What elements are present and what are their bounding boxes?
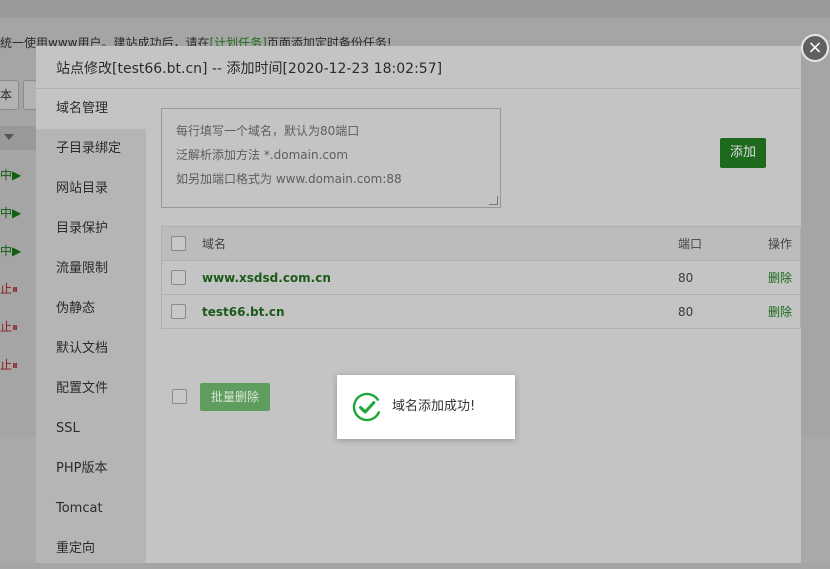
- sort-caret-icon: [4, 134, 14, 140]
- nav-item-rewrite[interactable]: 伪静态: [36, 289, 146, 329]
- row-checkbox[interactable]: [171, 270, 186, 285]
- nav-item-directory-protection[interactable]: 目录保护: [36, 209, 146, 249]
- site-edit-modal: 站点修改[test66.bt.cn] -- 添加时间[2020-12-23 18…: [36, 46, 801, 563]
- background-top-bar: [0, 0, 830, 18]
- textarea-placeholder-line: 每行填写一个域名，默认为80端口: [176, 124, 360, 138]
- nav-item-default-document[interactable]: 默认文档: [36, 329, 146, 369]
- modal-header: 站点修改[test66.bt.cn] -- 添加时间[2020-12-23 18…: [36, 46, 801, 89]
- port-cell: 80: [678, 305, 694, 319]
- modal-sidebar: 域名管理 子目录绑定 网站目录 目录保护 流量限制 伪静态 默认文档 配置文件 …: [36, 89, 146, 563]
- nav-item-traffic-limit[interactable]: 流量限制: [36, 249, 146, 289]
- table-row: www.xsdsd.com.cn 80 删除: [162, 261, 800, 295]
- nav-item-tomcat[interactable]: Tomcat: [36, 489, 146, 529]
- table-row: test66.bt.cn 80 删除: [162, 295, 800, 328]
- batch-select-checkbox[interactable]: [172, 389, 187, 404]
- textarea-placeholder-line: 泛解析添加方法 *.domain.com: [176, 148, 349, 162]
- site-status-stopped[interactable]: 止⏸: [0, 318, 18, 335]
- domain-table: 域名 端口 操作 www.xsdsd.com.cn 80 删除 test66.b…: [161, 226, 801, 329]
- nav-item-site-directory[interactable]: 网站目录: [36, 169, 146, 209]
- port-cell: 80: [678, 271, 694, 285]
- table-header: 域名 端口 操作: [162, 227, 800, 261]
- toast-message: 域名添加成功!: [392, 399, 476, 414]
- nav-item-ssl[interactable]: SSL: [36, 409, 146, 449]
- add-domain-button[interactable]: 添加: [720, 138, 766, 168]
- domain-name-cell[interactable]: www.xsdsd.com.cn: [202, 261, 331, 295]
- check-circle-icon: [352, 392, 382, 422]
- batch-delete-button[interactable]: 批量删除: [200, 383, 270, 411]
- column-header-actions: 操作: [768, 237, 793, 251]
- delete-domain-link[interactable]: 删除: [768, 295, 792, 329]
- nav-item-config-file[interactable]: 配置文件: [36, 369, 146, 409]
- background-toolbar-button[interactable]: 本: [0, 80, 19, 110]
- domain-management-panel: 每行填写一个域名，默认为80端口 泛解析添加方法 *.domain.com 如另…: [146, 89, 801, 563]
- resize-grip-icon[interactable]: [489, 196, 498, 205]
- delete-domain-link[interactable]: 删除: [768, 261, 792, 295]
- nav-item-domain-management[interactable]: 域名管理: [36, 89, 146, 129]
- site-status-running[interactable]: 中▶: [0, 166, 21, 183]
- site-status-stopped[interactable]: 止⏸: [0, 356, 18, 373]
- textarea-placeholder-line: 如另加端口格式为 www.domain.com:88: [176, 172, 402, 186]
- nav-item-redirect[interactable]: 重定向: [36, 529, 146, 569]
- nav-item-subdirectory-binding[interactable]: 子目录绑定: [36, 129, 146, 169]
- domain-name-cell[interactable]: test66.bt.cn: [202, 295, 285, 329]
- success-toast: 域名添加成功!: [337, 375, 515, 439]
- site-status-stopped[interactable]: 止⏸: [0, 280, 18, 297]
- domain-input-textarea[interactable]: 每行填写一个域名，默认为80端口 泛解析添加方法 *.domain.com 如另…: [161, 108, 501, 208]
- column-header-domain: 域名: [202, 237, 227, 251]
- nav-item-php-version[interactable]: PHP版本: [36, 449, 146, 489]
- select-all-checkbox[interactable]: [171, 236, 186, 251]
- site-status-running[interactable]: 中▶: [0, 242, 21, 259]
- background-toolbar-button-2[interactable]: [23, 80, 37, 110]
- row-checkbox[interactable]: [171, 304, 186, 319]
- site-status-running[interactable]: 中▶: [0, 204, 21, 221]
- column-header-port: 端口: [678, 237, 703, 251]
- modal-title: 站点修改[test66.bt.cn] -- 添加时间[2020-12-23 18…: [56, 61, 443, 77]
- close-modal-icon[interactable]: ×: [801, 34, 829, 62]
